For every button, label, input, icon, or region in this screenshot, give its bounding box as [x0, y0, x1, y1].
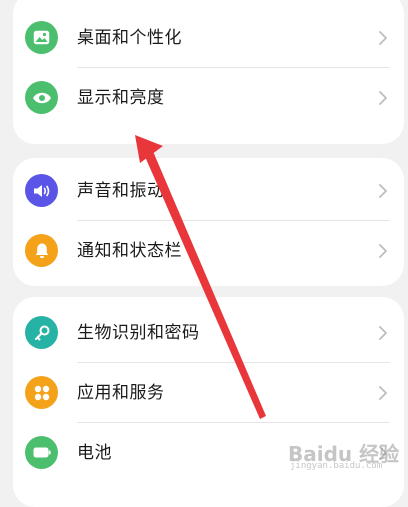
settings-group-personalization: 桌面和个性化 显示和亮度: [13, 0, 404, 144]
settings-item-label: 通知和状态栏: [77, 241, 182, 261]
settings-item-display-brightness[interactable]: 显示和亮度: [13, 68, 404, 128]
chevron-right-icon: [379, 326, 387, 340]
settings-item-label: 电池: [77, 443, 112, 463]
chevron-right-icon: [379, 31, 387, 45]
settings-item-sound-vibration[interactable]: 声音和振动: [13, 161, 404, 221]
settings-item-label: 应用和服务: [77, 383, 165, 403]
settings-item-label: 桌面和个性化: [77, 28, 182, 48]
watermark-url: jingyan.baidu.com: [290, 461, 383, 471]
speaker-icon: [25, 174, 58, 207]
settings-item-biometrics-password[interactable]: 生物识别和密码: [13, 303, 404, 363]
chevron-right-icon: [379, 184, 387, 198]
settings-item-desktop-personalization[interactable]: 桌面和个性化: [13, 8, 404, 68]
chevron-right-icon: [379, 91, 387, 105]
settings-item-notifications-status-bar[interactable]: 通知和状态栏: [13, 221, 404, 281]
baidu-watermark: Baidu 经验 jingyan.baidu.com: [288, 438, 399, 480]
chevron-right-icon: [379, 386, 387, 400]
settings-item-apps-services[interactable]: 应用和服务: [13, 363, 404, 423]
key-icon: [25, 316, 58, 349]
apps-grid-icon: [25, 376, 58, 409]
chevron-right-icon: [379, 244, 387, 258]
settings-item-label: 显示和亮度: [77, 88, 165, 108]
bell-icon: [25, 234, 58, 267]
settings-item-label: 声音和振动: [77, 181, 165, 201]
image-icon: [25, 21, 58, 54]
battery-icon: [25, 436, 58, 469]
eye-icon: [25, 81, 58, 114]
settings-item-label: 生物识别和密码: [77, 323, 200, 343]
settings-group-sound-notifications: 声音和振动 通知和状态栏: [13, 158, 404, 286]
